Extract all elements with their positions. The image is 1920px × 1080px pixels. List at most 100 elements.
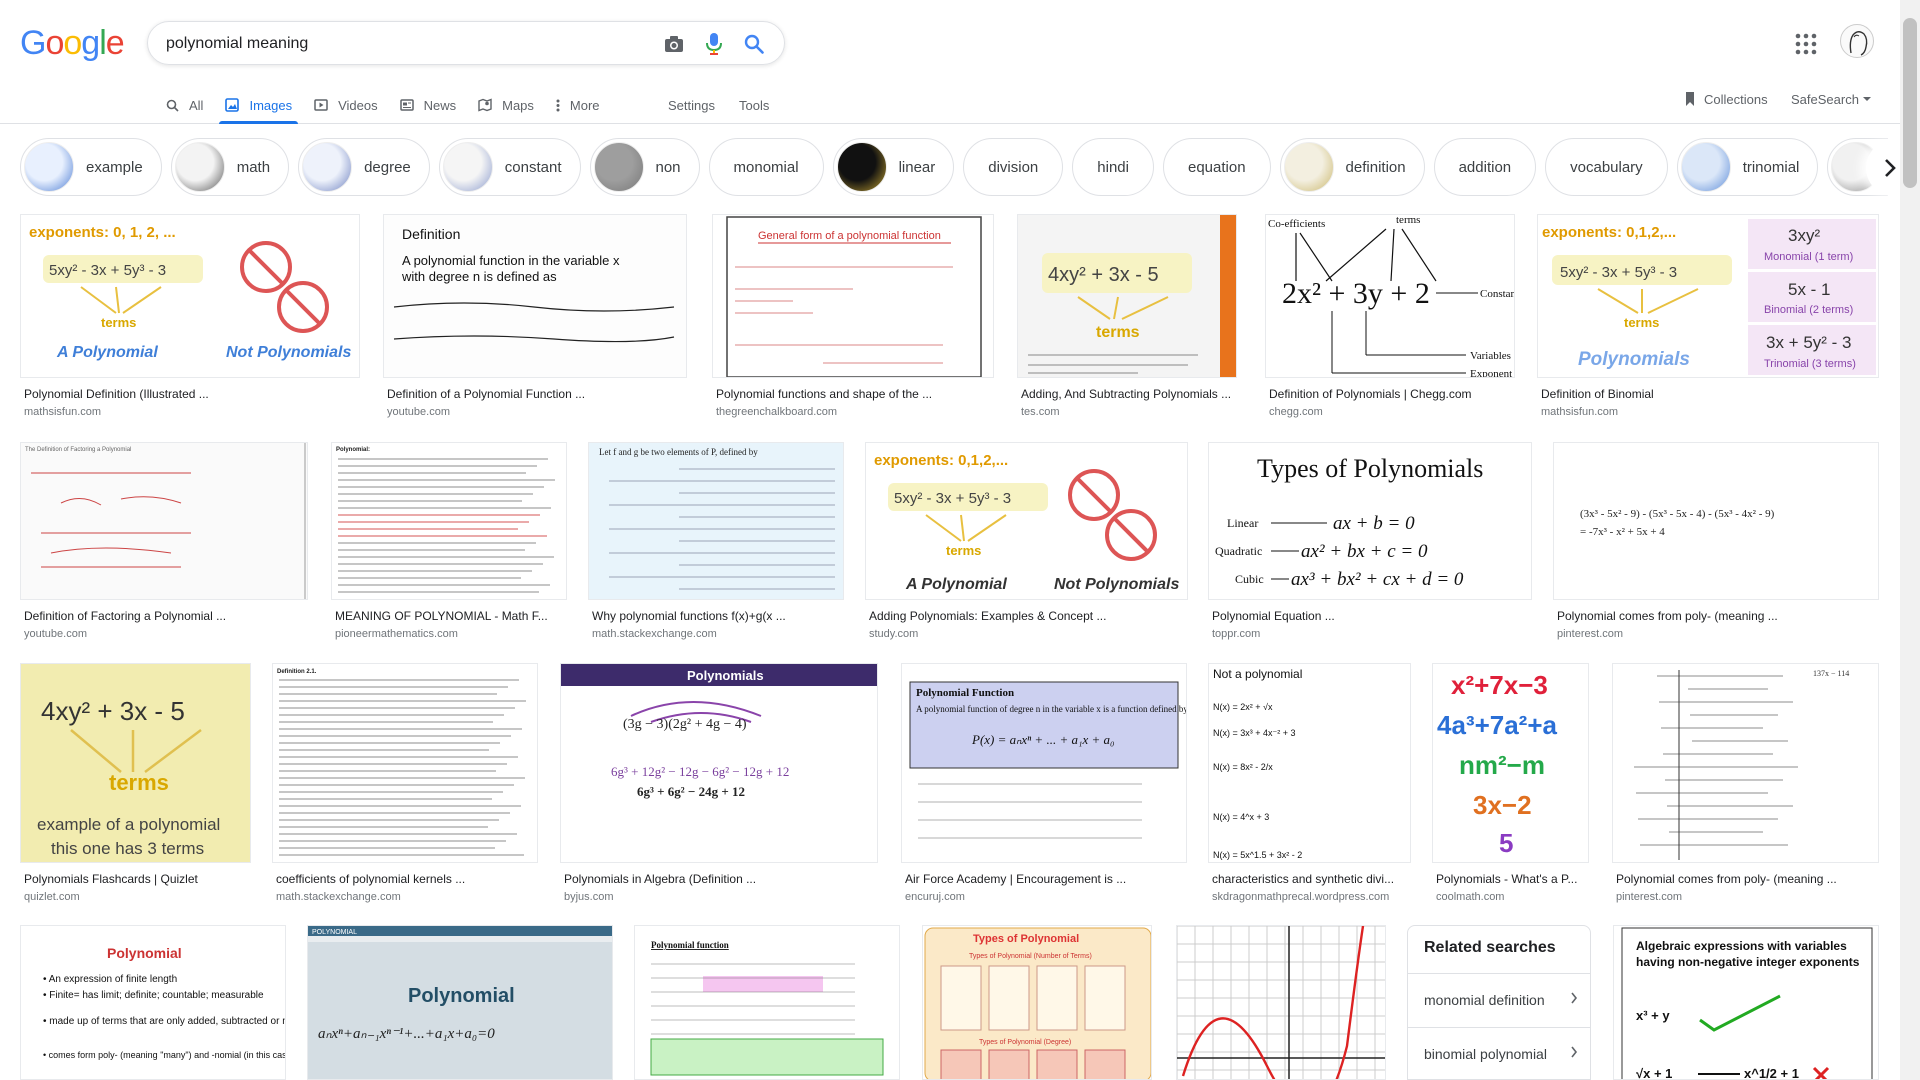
svg-text:exponents: 0,1,2,...: exponents: 0,1,2,... (874, 452, 1008, 469)
svg-text:6g³ + 12g² − 12g − 6g² − 12g +: 6g³ + 12g² − 12g − 6g² − 12g + 12 (611, 764, 789, 779)
result-source[interactable]: youtube.com (24, 628, 87, 640)
svg-text:• made up of terms that are on: • made up of terms that are only added, … (43, 1016, 286, 1027)
result-source[interactable]: coolmath.com (1436, 891, 1504, 903)
result-source[interactable]: toppr.com (1212, 628, 1260, 640)
result-title[interactable]: Polynomial comes from poly- (meaning ... (1557, 609, 1875, 623)
svg-text:terms: terms (101, 315, 136, 330)
result-thumbnail[interactable]: Algebraic expressions with variables havi… (1613, 925, 1879, 1080)
svg-text:= -7x³ - x² + 5x + 4: = -7x³ - x² + 5x + 4 (1580, 526, 1665, 538)
result-thumbnail[interactable]: 4xy² + 3x - 5 terms example of a polynomia… (20, 663, 251, 863)
result-title[interactable]: Polynomial Definition (Illustrated ... (24, 387, 356, 401)
result-thumbnail[interactable]: Definition 2.1. (272, 663, 538, 863)
result-title[interactable]: Definition of Factoring a Polynomial ... (24, 609, 304, 623)
result-source[interactable]: mathsisfun.com (1541, 406, 1618, 418)
result-title[interactable]: Why polynomial functions f(x)+g(x ... (592, 609, 840, 623)
result-thumbnail[interactable]: (3x³ - 5x² - 9) - (5x³ - 5x - 4) - (5x³ … (1553, 442, 1879, 600)
svg-text:A Polynomial: A Polynomial (56, 344, 158, 361)
result-source[interactable]: math.stackexchange.com (276, 891, 401, 903)
result-source[interactable]: tes.com (1021, 406, 1060, 418)
svg-text:terms: terms (1096, 324, 1140, 341)
svg-text:Monomial (1 term): Monomial (1 term) (1764, 251, 1853, 263)
result-thumbnail[interactable]: exponents: 0,1,2,... 5xy² - 3x + 5y³ - 3 t… (865, 442, 1188, 600)
svg-text:4xy² + 3x - 5: 4xy² + 3x - 5 (41, 696, 185, 726)
svg-text:The Definition of Factoring a: The Definition of Factoring a Polynomial (25, 447, 131, 453)
result-thumbnail[interactable]: Not a polynomial N(x) = 2x² + √x N(x) = 3x… (1208, 663, 1411, 863)
result-thumbnail[interactable]: General form of a polynomial function (712, 214, 994, 378)
svg-text:3xy²: 3xy² (1788, 226, 1820, 245)
svg-text:N(x) = 2x² + √x: N(x) = 2x² + √x (1213, 702, 1273, 712)
result-title[interactable]: Polynomial comes from poly- (meaning ... (1616, 872, 1875, 886)
svg-text:3x + 5y² - 3: 3x + 5y² - 3 (1766, 333, 1852, 352)
result-thumbnail[interactable]: Polynomial function (634, 925, 900, 1080)
result-source[interactable]: pioneermathematics.com (335, 628, 458, 640)
svg-text:Not a polynomial: Not a polynomial (1213, 667, 1302, 681)
result-thumbnail[interactable]: Types of Polynomial Types of Polynomial (… (922, 925, 1152, 1080)
result-source[interactable]: encuruj.com (905, 891, 965, 903)
result-source[interactable]: skdragonmathprecal.wordpress.com (1212, 891, 1389, 903)
result-thumbnail[interactable] (1176, 925, 1386, 1080)
result-thumbnail[interactable]: Definition A polynomial function in the v… (383, 214, 687, 378)
svg-text:Let f and g be two elements of: Let f and g be two elements of P, define… (599, 447, 758, 457)
result-thumbnail[interactable]: 4xy² + 3x - 5 terms (1017, 214, 1237, 378)
related-search-item[interactable]: binomial polynomial (1408, 1027, 1590, 1079)
related-search-item[interactable]: monomial definition (1408, 973, 1590, 1025)
result-thumbnail[interactable]: Polynomial Function A polynomial function… (901, 663, 1187, 863)
svg-text:5xy² - 3x + 5y³ - 3: 5xy² - 3x + 5y³ - 3 (49, 262, 166, 279)
svg-text:6g³ + 6g² − 24g + 12: 6g³ + 6g² − 24g + 12 (637, 784, 745, 799)
result-source[interactable]: mathsisfun.com (24, 406, 101, 418)
svg-text:ax² + bx + c = 0: ax² + bx + c = 0 (1301, 541, 1428, 562)
result-source[interactable]: study.com (869, 628, 918, 640)
result-thumbnail[interactable]: Polynomial: (331, 442, 567, 600)
result-thumbnail[interactable]: Co-efficients terms 2x² + 3y + 2 Constant Va… (1265, 214, 1515, 378)
result-source[interactable]: quizlet.com (24, 891, 80, 903)
result-thumbnail[interactable]: Polynomials (3g − 3)(2g² + 4g − 4) 6g³ + 1… (560, 663, 878, 863)
image-results-grid: exponents: 0, 1, 2, ... 5xy² - 3x + 5y³ -… (0, 0, 1900, 1080)
svg-text:nm²−m: nm²−m (1459, 750, 1545, 780)
result-thumbnail[interactable]: exponents: 0, 1, 2, ... 5xy² - 3x + 5y³ -… (20, 214, 360, 378)
result-title[interactable]: Polynomial functions and shape of the ..… (716, 387, 990, 401)
result-title[interactable]: Definition of a Polynomial Function ... (387, 387, 683, 401)
result-thumbnail[interactable]: exponents: 0,1,2,... 5xy² - 3x + 5y³ - 3 t… (1537, 214, 1879, 378)
scrollbar-thumb[interactable] (1903, 18, 1917, 188)
svg-text:N(x) = 3x³ + 4x⁻² + 3: N(x) = 3x³ + 4x⁻² + 3 (1213, 728, 1296, 738)
result-source[interactable]: youtube.com (387, 406, 450, 418)
result-thumbnail[interactable]: Types of Polynomials Linear ax + b = 0 Quad… (1208, 442, 1532, 600)
svg-text:2x² + 3y + 2: 2x² + 3y + 2 (1282, 277, 1430, 310)
svg-text:Quadratic: Quadratic (1215, 544, 1262, 558)
svg-text:3x−2: 3x−2 (1473, 790, 1532, 820)
result-title[interactable]: Definition of Binomial (1541, 387, 1875, 401)
result-source[interactable]: chegg.com (1269, 406, 1323, 418)
svg-text:having non-negative integer ex: having non-negative integer exponents (1636, 955, 1860, 969)
result-title[interactable]: Adding Polynomials: Examples & Concept .… (869, 609, 1184, 623)
result-thumbnail[interactable]: Polynomial • An expression of finite leng… (20, 925, 286, 1080)
result-thumbnail[interactable]: Let f and g be two elements of P, define… (588, 442, 844, 600)
result-title[interactable]: Polynomials - What's a P... (1436, 872, 1585, 886)
result-thumbnail[interactable]: 137x − 114 (1612, 663, 1879, 863)
result-thumbnail[interactable]: The Definition of Factoring a Polynomial (20, 442, 308, 600)
result-title[interactable]: Adding, And Subtracting Polynomials ... (1021, 387, 1233, 401)
result-title[interactable]: Definition of Polynomials | Chegg.com (1269, 387, 1511, 401)
svg-text:Co-efficients: Co-efficients (1268, 218, 1325, 230)
result-source[interactable]: thegreenchalkboard.com (716, 406, 837, 418)
result-source[interactable]: pinterest.com (1616, 891, 1682, 903)
result-title[interactable]: coefficients of polynomial kernels ... (276, 872, 534, 886)
svg-text:5: 5 (1499, 828, 1513, 858)
page-scrollbar[interactable] (1900, 0, 1920, 1080)
svg-text:• An expression of finite leng: • An expression of finite length (43, 974, 177, 985)
svg-text:Algebraic expressions with var: Algebraic expressions with variables (1636, 939, 1847, 953)
result-thumbnail[interactable]: POLYNOMIAL Polynomial aₙxⁿ+aₙ₋₁xⁿ⁻¹+...+a₁… (307, 925, 613, 1080)
svg-text:5xy² - 3x + 5y³ - 3: 5xy² - 3x + 5y³ - 3 (1560, 264, 1677, 281)
result-title[interactable]: characteristics and synthetic divi... (1212, 872, 1407, 886)
result-source[interactable]: math.stackexchange.com (592, 628, 717, 640)
result-source[interactable]: pinterest.com (1557, 628, 1623, 640)
result-title[interactable]: Polynomials in Algebra (Definition ... (564, 872, 874, 886)
svg-text:√x + 1: √x + 1 (1636, 1066, 1672, 1080)
svg-text:• Finite= has limit; definite;: • Finite= has limit; definite; countable… (43, 990, 264, 1001)
result-source[interactable]: byjus.com (564, 891, 614, 903)
result-title[interactable]: MEANING OF POLYNOMIAL - Math F... (335, 609, 563, 623)
svg-text:example of a polynomial: example of a polynomial (37, 815, 220, 834)
result-title[interactable]: Air Force Academy | Encouragement is ... (905, 872, 1183, 886)
result-title[interactable]: Polynomial Equation ... (1212, 609, 1528, 623)
result-title[interactable]: Polynomials Flashcards | Quizlet (24, 872, 247, 886)
result-thumbnail[interactable]: x²+7x−3 4a³+7a²+a nm²−m 3x−2 5 (1432, 663, 1589, 863)
